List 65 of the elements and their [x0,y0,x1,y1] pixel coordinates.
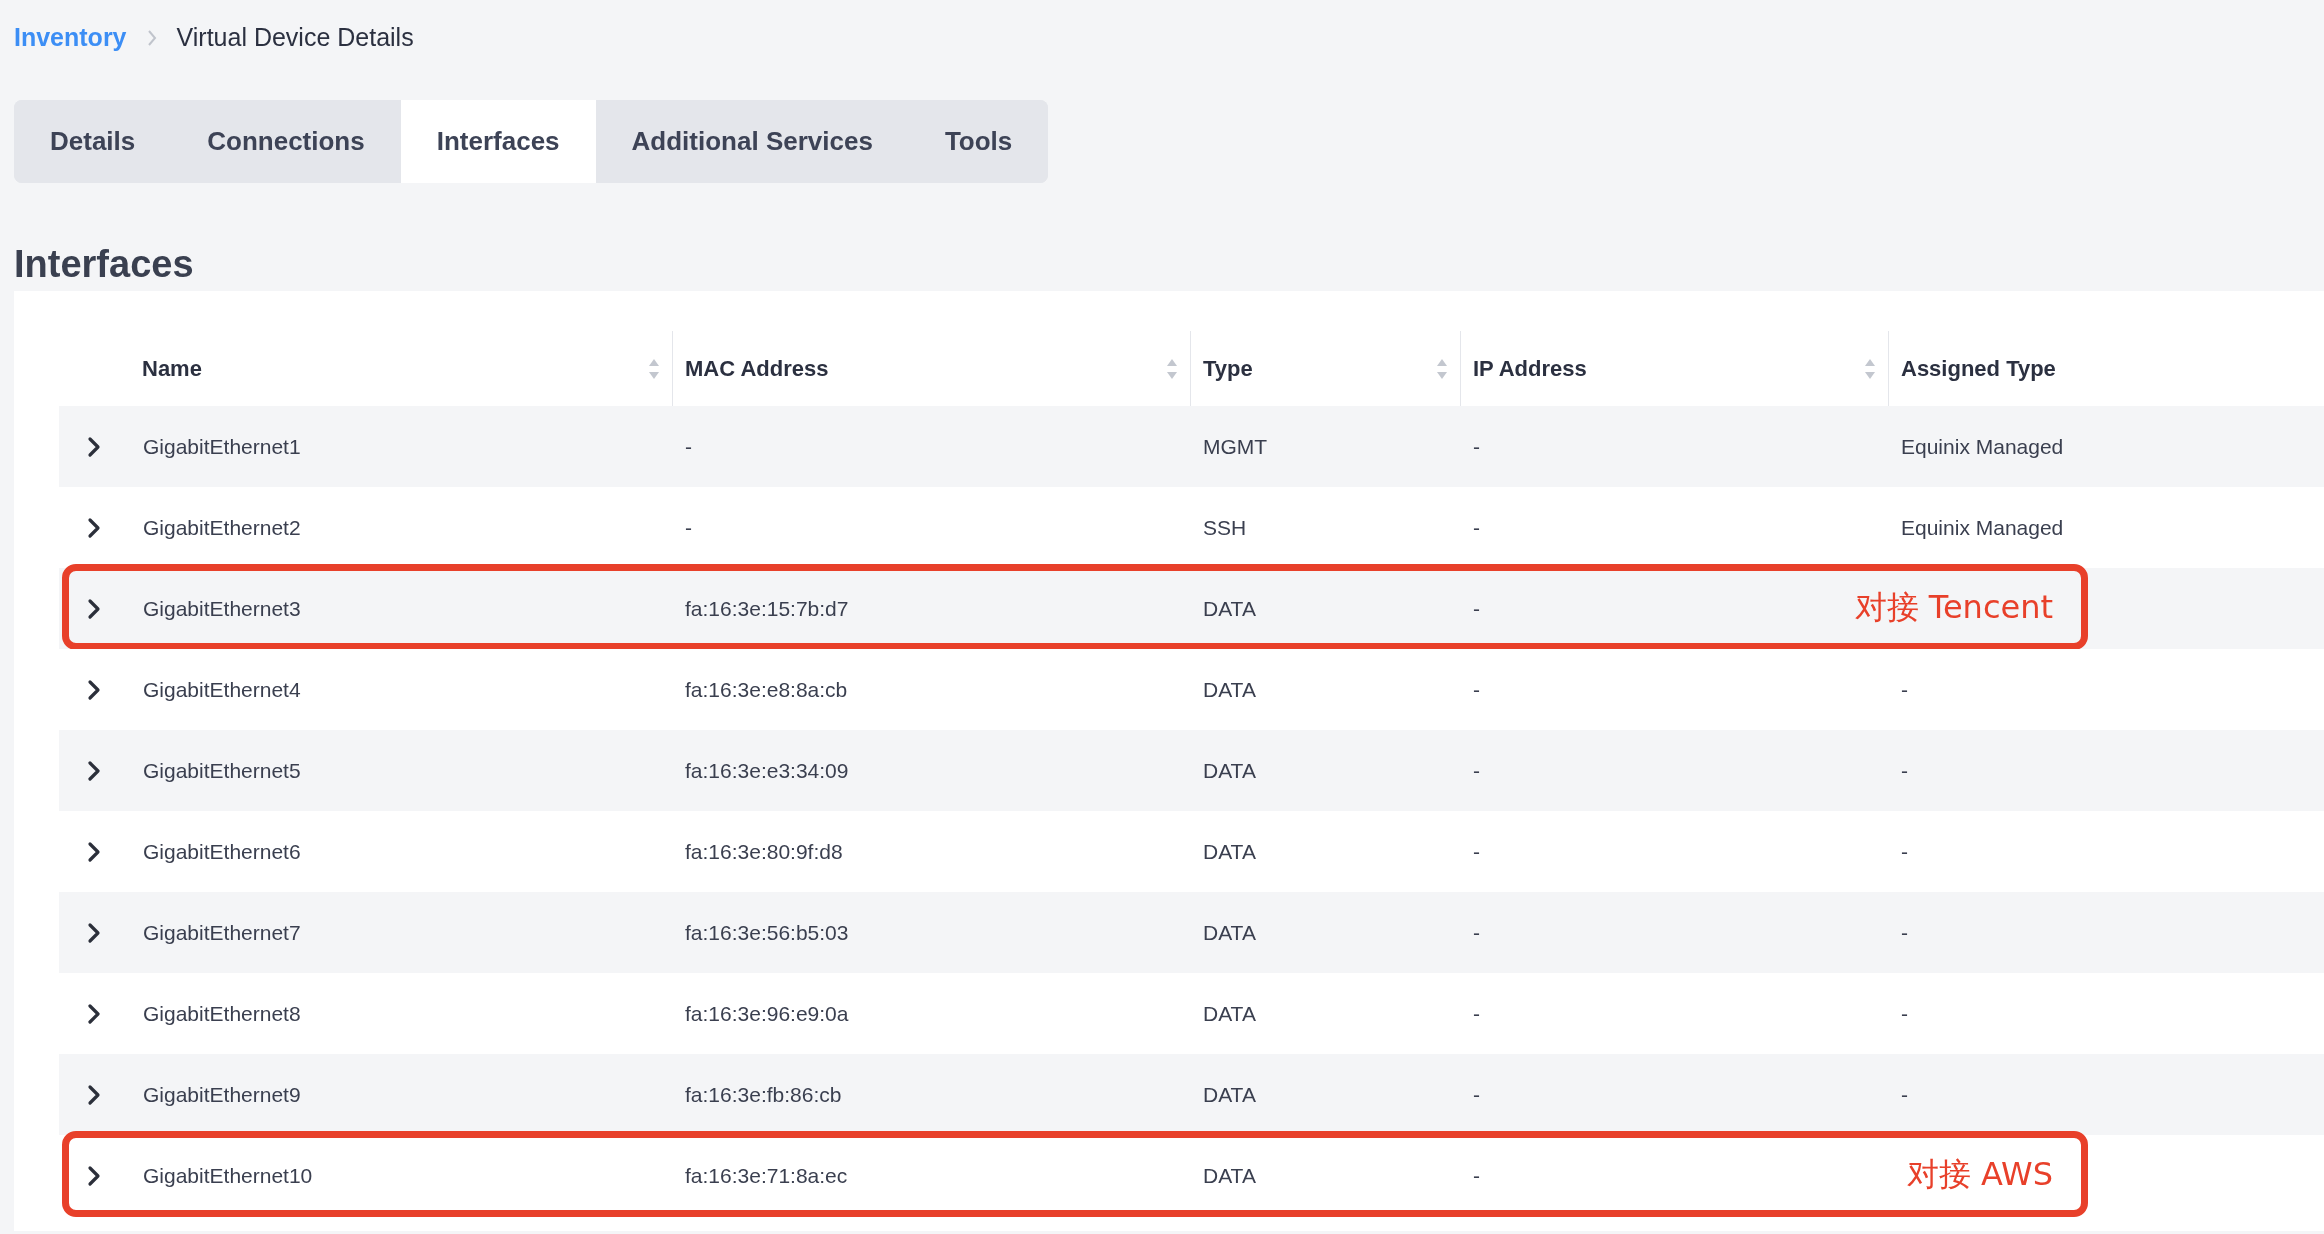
table-cell: DATA [1203,1163,1256,1187]
table-cell: DATA [1203,677,1256,701]
table-cell: fa:16:3e:15:7b:d7 [685,596,849,620]
table-cell: - [1473,677,1480,701]
table-cell: GigabitEthernet9 [143,1082,301,1106]
table-cell: GigabitEthernet8 [143,1001,301,1025]
table-cell: fa:16:3e:56:b5:03 [685,920,849,944]
table-cell: SSH [1203,515,1247,539]
table-cell: - [1473,434,1480,458]
table-cell: GigabitEthernet10 [143,1163,313,1187]
table-cell: MGMT [1203,434,1268,458]
table-cell: - [1473,920,1480,944]
table-cell: GigabitEthernet2 [143,515,301,539]
table-cell: - [1473,1001,1480,1025]
table-cell: GigabitEthernet6 [143,839,301,863]
table-cell: GigabitEthernet3 [143,596,301,620]
table-cell: - [1473,1163,1480,1187]
table-cell: - [1901,839,1908,863]
table-cell: GigabitEthernet5 [143,758,301,782]
table-cell: - [1473,1082,1480,1106]
table-cell: - [1901,1001,1908,1025]
section-title: Interfaces [14,242,195,287]
table-cell: - [1473,515,1480,539]
table-cell: fa:16:3e:96:e9:0a [685,1001,849,1025]
table-cell: DATA [1203,758,1256,782]
table-cell: - [685,434,692,458]
column-header[interactable]: Name [142,352,660,385]
table-cell: fa:16:3e:e3:34:09 [685,758,849,782]
table-cell: DATA [1203,1082,1256,1106]
table-cell: DATA [1203,596,1256,620]
table-cell: - [1901,920,1908,944]
expand-chevron-icon[interactable] [86,1001,103,1026]
chevron-right-icon [146,29,157,47]
expand-chevron-icon[interactable] [86,758,103,783]
tab[interactable]: Interfaces [400,100,596,183]
table-cell: GigabitEthernet4 [143,677,301,701]
table-row[interactable]: GigabitEthernet9 fa:16:3e:fb:86:cb DATA - - [59,1054,2324,1135]
table-row[interactable]: GigabitEthernet5 fa:16:3e:e3:34:09 DATA - - [59,730,2324,811]
table-cell: fa:16:3e:fb:86:cb [685,1082,842,1106]
annotation-label: 对接 Tencent [1854,587,2053,628]
table-cell: - [1473,596,1480,620]
table-cell: DATA [1203,1001,1256,1025]
table-cell: Equinix Managed [1901,515,2064,539]
annotation-label: 对接 AWS [1906,1154,2053,1195]
table-row[interactable]: GigabitEthernet7 fa:16:3e:56:b5:03 DATA - - [59,892,2324,973]
table-row[interactable]: GigabitEthernet1 - MGMT - Equinix Managed [59,406,2324,487]
breadcrumb-current: Virtual Device Details [176,22,414,54]
column-header[interactable]: IP Address [1473,352,1876,385]
table-cell: GigabitEthernet1 [143,434,301,458]
table-cell: DATA [1203,839,1256,863]
table-cell: - [1473,839,1480,863]
table-cell: - [685,515,692,539]
table-cell: - [1473,758,1480,782]
column-header[interactable]: Assigned Type [1901,352,2056,385]
table-cell: fa:16:3e:e8:8a:cb [685,677,848,701]
column-header[interactable]: MAC Address [685,352,1178,385]
table-cell: GigabitEthernet7 [143,920,301,944]
table-cell: - [1901,677,1908,701]
table-cell: fa:16:3e:80:9f:d8 [685,839,843,863]
table-cell: - [1901,1082,1908,1106]
table-cell: - [1901,758,1908,782]
table-cell: DATA [1203,920,1256,944]
table-cell: Equinix Managed [1901,434,2064,458]
column-header[interactable]: Type [1203,352,1448,385]
table-cell: fa:16:3e:71:8a:ec [685,1163,848,1187]
